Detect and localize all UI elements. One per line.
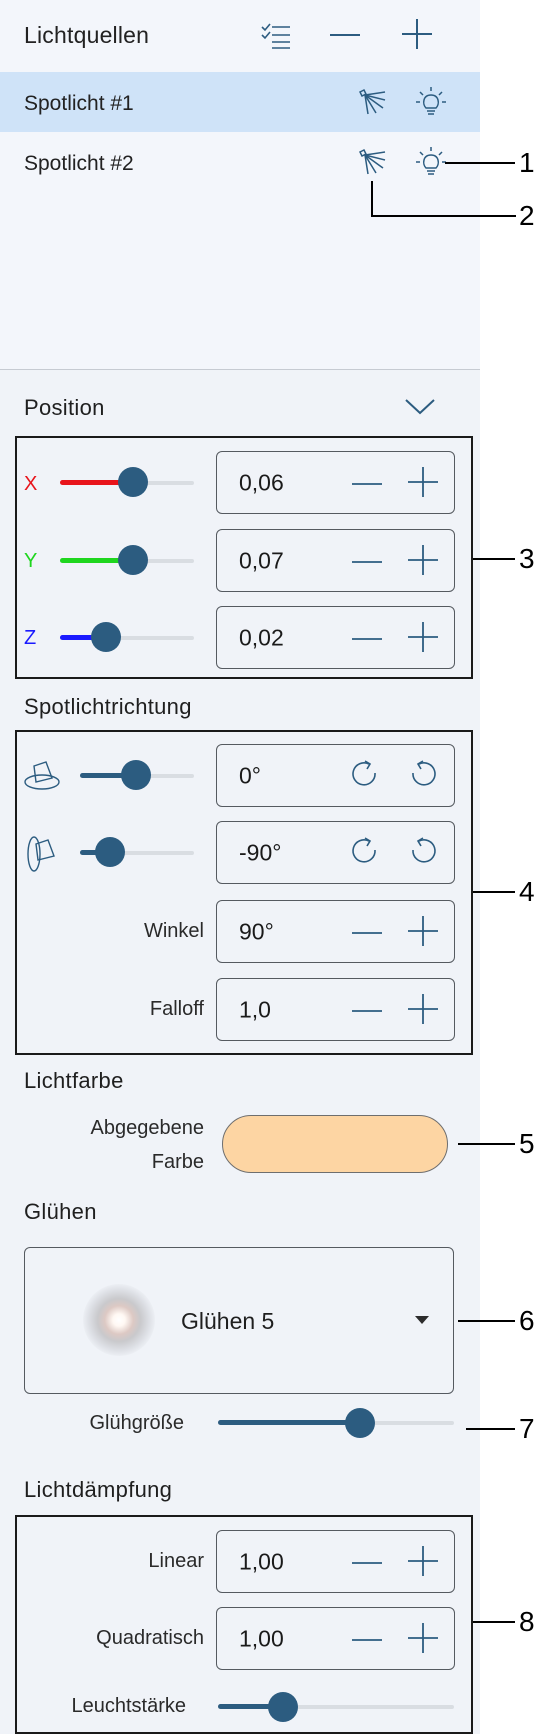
falloff-field[interactable]: 1,0 — [216, 978, 455, 1041]
callout-6: 6 — [519, 1305, 535, 1336]
rotate-horizontal-icon — [22, 758, 62, 794]
lightbulb-icon[interactable] — [414, 144, 448, 178]
angle-value: 90° — [239, 918, 274, 944]
lights-title: Lichtquellen — [24, 22, 150, 48]
divider — [0, 369, 480, 370]
y-value-field[interactable]: 0,07 — [216, 529, 455, 592]
attenuation-title: Lichtdämpfung — [24, 1477, 173, 1502]
plus-icon[interactable] — [407, 1545, 439, 1577]
minus-icon[interactable] — [351, 917, 383, 949]
glow-size-label: Glühgröße — [89, 1412, 185, 1434]
y-value: 0,07 — [239, 547, 284, 573]
linear-label: Linear — [148, 1550, 204, 1572]
callout-8: 8 — [519, 1606, 535, 1637]
callout-1: 1 — [519, 147, 535, 178]
quadratic-field[interactable]: 1,00 — [216, 1607, 455, 1670]
rotate-counterclockwise-icon[interactable] — [407, 759, 439, 791]
plus-icon[interactable] — [407, 621, 439, 653]
minus-icon[interactable] — [351, 468, 383, 500]
callout-5: 5 — [519, 1128, 535, 1159]
spotlight-cone-icon[interactable] — [356, 86, 388, 118]
dropdown-arrow-icon[interactable] — [414, 1314, 430, 1326]
x-slider-knob[interactable] — [118, 467, 148, 497]
callout-line-8 — [473, 1621, 515, 1623]
rotation-2-value: -90° — [239, 839, 282, 865]
callout-line-7 — [466, 1428, 515, 1430]
callout-line-2 — [371, 181, 516, 217]
rotate-counterclockwise-icon[interactable] — [407, 836, 439, 868]
callout-line-1 — [445, 162, 515, 164]
minus-icon[interactable] — [351, 623, 383, 655]
callout-2: 2 — [519, 200, 535, 231]
rotation-2-slider-knob[interactable] — [95, 837, 125, 867]
quadratic-label: Quadratisch — [96, 1627, 204, 1649]
intensity-slider-knob[interactable] — [268, 1692, 298, 1722]
callout-7: 7 — [519, 1413, 535, 1444]
linear-value: 1,00 — [239, 1548, 284, 1574]
spotlight-cone-icon[interactable] — [356, 146, 388, 178]
x-value-field[interactable]: 0,06 — [216, 451, 455, 514]
lightbulb-icon[interactable] — [414, 84, 448, 118]
callout-line-6 — [458, 1320, 515, 1322]
plus-icon[interactable] — [407, 544, 439, 576]
angle-field[interactable]: 90° — [216, 900, 455, 963]
callout-line-3 — [473, 558, 515, 560]
minus-icon[interactable] — [351, 1624, 383, 1656]
glow-size-slider-fill — [218, 1420, 360, 1425]
glow-selected-value: Glühen 5 — [181, 1308, 275, 1334]
light-item-2-label[interactable]: Spotlicht #2 — [24, 152, 134, 176]
minus-icon[interactable] — [351, 546, 383, 578]
light-item-1-label: Spotlicht #1 — [24, 92, 134, 115]
glow-size-slider-knob[interactable] — [345, 1408, 375, 1438]
z-value: 0,02 — [239, 624, 284, 650]
rotate-clockwise-icon[interactable] — [349, 836, 381, 868]
y-axis-label: Y — [24, 550, 38, 572]
callout-4: 4 — [519, 876, 535, 907]
rotation-2-field[interactable]: -90° — [216, 821, 455, 884]
glow-dropdown[interactable]: Glühen 5 — [24, 1247, 454, 1394]
x-axis-label: X — [24, 473, 38, 495]
quadratic-value: 1,00 — [239, 1625, 284, 1651]
minus-icon[interactable] — [351, 1547, 383, 1579]
rotation-1-value: 0° — [239, 762, 261, 788]
linear-field[interactable]: 1,00 — [216, 1530, 455, 1593]
light-color-title: Lichtfarbe — [24, 1068, 124, 1093]
z-value-field[interactable]: 0,02 — [216, 606, 455, 669]
emitted-color-label-line1: Abgegebene — [90, 1117, 204, 1139]
position-title: Position — [24, 395, 105, 420]
remove-light-minus-icon[interactable] — [328, 18, 362, 52]
x-value: 0,06 — [239, 469, 284, 495]
falloff-value: 1,0 — [239, 996, 271, 1022]
callout-3: 3 — [519, 543, 535, 574]
chevron-down-icon[interactable] — [402, 392, 438, 420]
rotation-1-field[interactable]: 0° — [216, 744, 455, 807]
glow-title: Glühen — [24, 1199, 97, 1224]
rotate-clockwise-icon[interactable] — [349, 759, 381, 791]
z-slider-knob[interactable] — [91, 622, 121, 652]
angle-label: Winkel — [143, 920, 204, 942]
rotation-1-slider-knob[interactable] — [121, 760, 151, 790]
intensity-label: Leuchtstärke — [71, 1695, 186, 1717]
add-light-plus-icon[interactable] — [400, 17, 434, 51]
rotate-vertical-icon — [22, 834, 62, 872]
minus-icon[interactable] — [351, 995, 383, 1027]
direction-title: Spotlichtrichtung — [24, 694, 192, 719]
emitted-color-label-line2: Farbe — [151, 1151, 204, 1173]
checklist-icon[interactable] — [259, 18, 293, 52]
emitted-color-swatch[interactable] — [222, 1115, 448, 1173]
falloff-label: Falloff — [149, 998, 204, 1020]
z-axis-label: Z — [24, 627, 37, 649]
callout-line-4 — [473, 891, 515, 893]
callout-line-5 — [458, 1143, 515, 1145]
plus-icon[interactable] — [407, 993, 439, 1025]
y-slider-knob[interactable] — [118, 545, 148, 575]
plus-icon[interactable] — [407, 1622, 439, 1654]
plus-icon[interactable] — [407, 915, 439, 947]
glow-preview — [83, 1284, 155, 1356]
plus-icon[interactable] — [407, 466, 439, 498]
